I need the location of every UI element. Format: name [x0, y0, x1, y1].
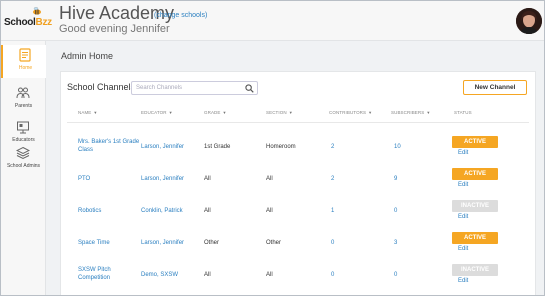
edit-link[interactable]: Edit: [458, 150, 468, 156]
top-header: SchoolBzz Hive Academy (change schools) …: [1, 1, 544, 41]
new-channel-button[interactable]: New Channel: [463, 80, 527, 95]
greeting-text: Good evening Jennifer: [59, 23, 170, 35]
channel-name-link[interactable]: Robotics: [78, 207, 101, 215]
edit-link[interactable]: Edit: [458, 278, 468, 284]
channel-name-link[interactable]: Mrs. Baker's 1st Grade Class: [78, 138, 139, 154]
subscribers-link[interactable]: 0: [394, 271, 397, 279]
table-row: PTO Larson, Jennifer All All 2 9 ACTIVE …: [61, 168, 537, 200]
grade-cell: All: [204, 272, 211, 278]
channel-name-link[interactable]: Space Time: [78, 239, 110, 247]
status-toggle-button[interactable]: ACTIVE: [452, 232, 498, 244]
edit-link[interactable]: Edit: [458, 214, 468, 220]
educator-link[interactable]: Demo, SXSW: [141, 271, 178, 279]
column-header-section[interactable]: SECTION ▼: [266, 110, 293, 115]
user-avatar[interactable]: [516, 8, 542, 34]
educator-link[interactable]: Larson, Jennifer: [141, 175, 184, 183]
status-toggle-button[interactable]: INACTIVE: [452, 200, 498, 212]
sidebar-item-label: Home: [18, 65, 33, 71]
contributors-link[interactable]: 2: [331, 175, 334, 183]
column-header-grade[interactable]: GRADE ▼: [204, 110, 227, 115]
subscribers-link[interactable]: 3: [394, 239, 397, 247]
section-cell: All: [266, 208, 273, 214]
educator-link[interactable]: Larson, Jennifer: [141, 143, 184, 151]
educator-link[interactable]: Larson, Jennifer: [141, 239, 184, 247]
grade-cell: Other: [204, 240, 220, 246]
parents-icon: [16, 87, 30, 99]
grade-cell: All: [204, 176, 211, 182]
grade-cell: All: [204, 208, 211, 214]
chevron-down-icon: ▼: [93, 110, 98, 115]
header-divider: [67, 122, 529, 123]
column-header-status: STATUS: [454, 110, 472, 115]
contributors-link[interactable]: 0: [331, 239, 334, 247]
chevron-down-icon: ▼: [168, 110, 173, 115]
chevron-down-icon: ▼: [288, 110, 293, 115]
status-toggle-button[interactable]: INACTIVE: [452, 264, 498, 276]
chevron-down-icon: ▼: [426, 110, 431, 115]
search-icon[interactable]: [245, 84, 254, 93]
column-header-subscribers[interactable]: SUBSCRIBERS ▼: [391, 110, 430, 115]
subscribers-link[interactable]: 0: [394, 207, 397, 215]
section-cell: Other: [266, 240, 282, 246]
logo-wordmark: SchoolBzz: [4, 17, 52, 28]
schoolbzz-logo[interactable]: SchoolBzz: [4, 7, 52, 31]
change-schools-link[interactable]: (change schools): [154, 12, 207, 19]
edit-link[interactable]: Edit: [458, 182, 468, 188]
sidebar-item-home[interactable]: Home: [1, 45, 46, 78]
page-title: Admin Home: [61, 51, 114, 61]
educators-icon: [17, 121, 29, 134]
column-header-name[interactable]: NAME ▼: [78, 110, 97, 115]
column-header-educator[interactable]: EDUCATOR ▼: [141, 110, 173, 115]
contributors-link[interactable]: 2: [331, 143, 334, 151]
document-icon: [19, 48, 31, 62]
section-cell: All: [266, 176, 273, 182]
status-toggle-button[interactable]: ACTIVE: [452, 168, 498, 180]
grade-cell: 1st Grade: [204, 144, 231, 150]
edit-link[interactable]: Edit: [458, 246, 468, 252]
column-header-contributors[interactable]: CONTRIBUTORS ▼: [329, 110, 372, 115]
channel-name-link[interactable]: SXSW Pitch Competition: [78, 266, 111, 282]
sidebar-item-label: Parents: [14, 103, 33, 109]
chevron-down-icon: ▼: [368, 110, 373, 115]
status-toggle-button[interactable]: ACTIVE: [452, 136, 498, 148]
section-cell: All: [266, 272, 273, 278]
search-input[interactable]: Search Channels: [131, 81, 258, 95]
chevron-down-icon: ▼: [222, 110, 227, 115]
table-row: SXSW Pitch Competition Demo, SXSW All All…: [61, 264, 537, 295]
table-row: Space Time Larson, Jennifer Other Other …: [61, 232, 537, 264]
contributors-link[interactable]: 1: [331, 207, 334, 215]
search-placeholder: Search Channels: [136, 85, 183, 91]
subscribers-link[interactable]: 9: [394, 175, 397, 183]
app-window: SchoolBzz Hive Academy (change schools) …: [0, 0, 545, 296]
sidebar: Home Parents Educators School Admins: [1, 41, 46, 295]
card-title: School Channels: [67, 82, 136, 92]
bee-icon: [33, 7, 41, 15]
sidebar-item-parents[interactable]: Parents: [1, 83, 46, 116]
sidebar-item-school-admins[interactable]: School Admins: [1, 143, 46, 176]
channel-name-link[interactable]: PTO: [78, 175, 90, 183]
sidebar-item-label: School Admins: [6, 163, 41, 169]
school-channels-card: School Channels Search Channels New Chan…: [60, 71, 537, 295]
table-row: Mrs. Baker's 1st Grade Class Larson, Jenn…: [61, 136, 537, 168]
subscribers-link[interactable]: 10: [394, 143, 401, 151]
layers-icon: [16, 146, 30, 160]
section-cell: Homeroom: [266, 144, 296, 150]
educator-link[interactable]: Conklin, Patrick: [141, 207, 183, 215]
table-row: Robotics Conklin, Patrick All All 1 0 IN…: [61, 200, 537, 232]
contributors-link[interactable]: 0: [331, 271, 334, 279]
avatar-photo: [516, 8, 542, 34]
